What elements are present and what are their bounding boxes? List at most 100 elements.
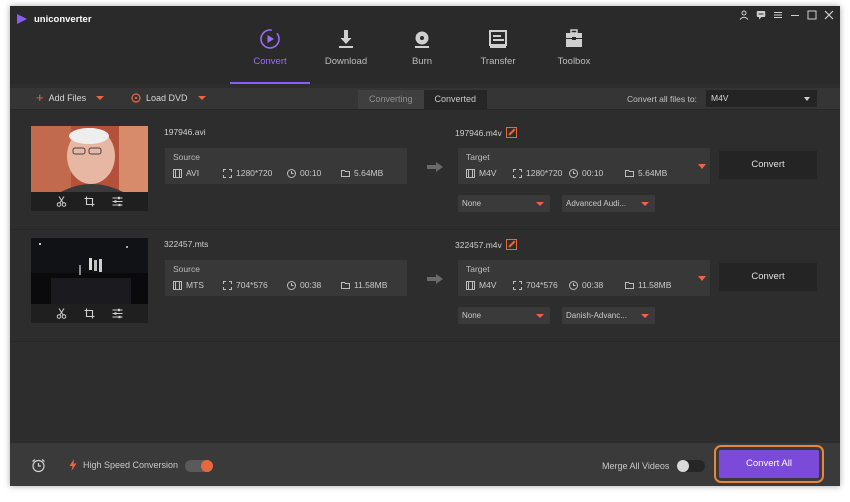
clock-icon xyxy=(287,280,296,290)
high-speed-toggle[interactable] xyxy=(185,460,213,472)
download-icon xyxy=(339,30,353,48)
crop-icon[interactable] xyxy=(84,196,95,207)
source-resolution-value: 1280*720 xyxy=(236,168,273,178)
audio-track-select[interactable]: Advanced Audi... xyxy=(562,195,655,212)
thumbnail-tools xyxy=(31,192,148,211)
tab-transfer[interactable]: Transfer xyxy=(460,26,536,84)
source-size: 5.64MB xyxy=(341,168,383,178)
source-format-value: MTS xyxy=(186,280,204,290)
convert-all-button[interactable]: Convert All xyxy=(719,450,819,478)
tab-converting[interactable]: Converting xyxy=(358,90,424,109)
file-row: 322457.mts Source MTS 704*576 00:38 11.5… xyxy=(10,230,840,342)
video-thumbnail[interactable] xyxy=(31,126,148,211)
thumbnail-tools xyxy=(31,304,148,323)
source-format-value: AVI xyxy=(186,168,200,178)
add-files-dropdown-icon[interactable] xyxy=(96,96,105,100)
target-format-value: M4V xyxy=(479,168,497,178)
nav-tabs: Convert Download Burn Transfer Toolbox xyxy=(230,26,612,84)
target-format-dropdown[interactable] xyxy=(693,157,711,175)
chevron-down-icon xyxy=(698,163,706,169)
add-files-button[interactable]: + Add Files xyxy=(36,90,105,105)
scissors-icon[interactable] xyxy=(56,196,67,207)
source-format: AVI xyxy=(173,168,223,178)
source-title: Source xyxy=(173,152,200,162)
target-resolution: 1280*720 xyxy=(513,168,569,178)
output-format-select[interactable]: M4V xyxy=(706,90,817,107)
burn-icon xyxy=(415,31,429,48)
source-resolution-value: 704*576 xyxy=(236,280,268,290)
video-thumbnail[interactable] xyxy=(31,238,148,323)
tab-burn[interactable]: Burn xyxy=(384,26,460,84)
tab-toolbox[interactable]: Toolbox xyxy=(536,26,612,84)
target-format: M4V xyxy=(466,280,513,290)
film-icon xyxy=(173,168,182,178)
source-duration-value: 00:38 xyxy=(300,280,322,290)
plus-icon: + xyxy=(36,90,44,105)
edit-icon[interactable] xyxy=(506,127,517,138)
edit-icon[interactable] xyxy=(506,239,517,250)
source-info-panel: Source AVI 1280*720 00:10 5.64MB xyxy=(165,148,407,184)
subtitle-select[interactable]: None xyxy=(458,195,550,212)
chevron-down-icon xyxy=(536,201,544,206)
toolbar: + Add Files Load DVD Converting Converte… xyxy=(10,88,840,110)
audio-track-select[interactable]: Danish-Advanc... xyxy=(562,307,655,324)
film-icon xyxy=(466,280,475,290)
convert-button[interactable]: Convert xyxy=(719,263,817,291)
source-file-name: 197946.avi xyxy=(164,127,206,137)
load-dvd-button[interactable]: Load DVD xyxy=(131,93,206,103)
effects-adjust-icon[interactable] xyxy=(112,308,123,319)
toggle-knob xyxy=(201,460,213,472)
source-info-panel: Source MTS 704*576 00:38 11.58MB xyxy=(165,260,407,296)
clock-icon xyxy=(569,168,578,178)
toolbox-icon xyxy=(566,29,582,47)
thumbnail-image xyxy=(31,238,148,304)
source-duration: 00:10 xyxy=(287,168,341,178)
target-size-value: 5.64MB xyxy=(638,168,668,178)
minimize-icon[interactable] xyxy=(789,9,800,20)
target-props: M4V 704*576 00:38 11.58MB xyxy=(466,280,671,290)
subtitle-select[interactable]: None xyxy=(458,307,550,324)
convert-icon xyxy=(260,29,280,49)
chevron-down-icon xyxy=(698,275,706,281)
alarm-clock-icon[interactable] xyxy=(31,458,46,473)
subtitle-value: None xyxy=(462,199,482,208)
chevron-down-icon xyxy=(641,201,649,206)
target-file-name: 197946.m4v xyxy=(455,128,502,138)
target-size-value: 11.58MB xyxy=(638,280,672,290)
convert-button[interactable]: Convert xyxy=(719,151,817,179)
close-icon[interactable] xyxy=(823,9,834,20)
tab-download[interactable]: Download xyxy=(308,26,384,84)
transfer-icon xyxy=(489,30,507,48)
convert-all-to-label: Convert all files to: xyxy=(627,94,697,104)
scissors-icon[interactable] xyxy=(56,308,67,319)
message-icon[interactable] xyxy=(755,9,766,20)
maximize-icon[interactable] xyxy=(806,9,817,20)
resolution-icon xyxy=(223,168,232,178)
source-resolution: 704*576 xyxy=(223,280,287,290)
crop-icon[interactable] xyxy=(84,308,95,319)
resolution-icon xyxy=(513,280,522,290)
subtitle-value: None xyxy=(462,311,482,320)
merge-all-toggle[interactable] xyxy=(677,460,705,472)
effects-adjust-icon[interactable] xyxy=(112,196,123,207)
file-row: 197946.avi Source AVI 1280*720 00:10 5.6… xyxy=(10,118,840,230)
tab-convert[interactable]: Convert xyxy=(230,26,310,84)
target-info-panel: Target M4V 1280*720 00:10 5.64MB xyxy=(458,148,710,184)
arrow-right-icon xyxy=(427,274,443,284)
app-logo: uniconverter xyxy=(16,13,92,25)
top-bar: uniconverter Convert Download Burn Trans… xyxy=(10,6,840,84)
target-resolution: 704*576 xyxy=(513,280,569,290)
output-format-value: M4V xyxy=(711,93,729,103)
film-icon xyxy=(466,168,475,178)
target-info-panel: Target M4V 704*576 00:38 11.58MB xyxy=(458,260,710,296)
user-icon[interactable] xyxy=(738,9,749,20)
play-logo-icon xyxy=(17,14,27,24)
source-size-value: 5.64MB xyxy=(354,168,384,178)
app-window: uniconverter Convert Download Burn Trans… xyxy=(10,6,840,486)
load-dvd-dropdown-icon[interactable] xyxy=(197,96,206,100)
film-icon xyxy=(173,280,182,290)
tab-converted[interactable]: Converted xyxy=(423,90,488,109)
target-format-dropdown[interactable] xyxy=(693,269,711,287)
menu-icon[interactable] xyxy=(772,9,783,20)
source-props: MTS 704*576 00:38 11.58MB xyxy=(173,280,387,290)
